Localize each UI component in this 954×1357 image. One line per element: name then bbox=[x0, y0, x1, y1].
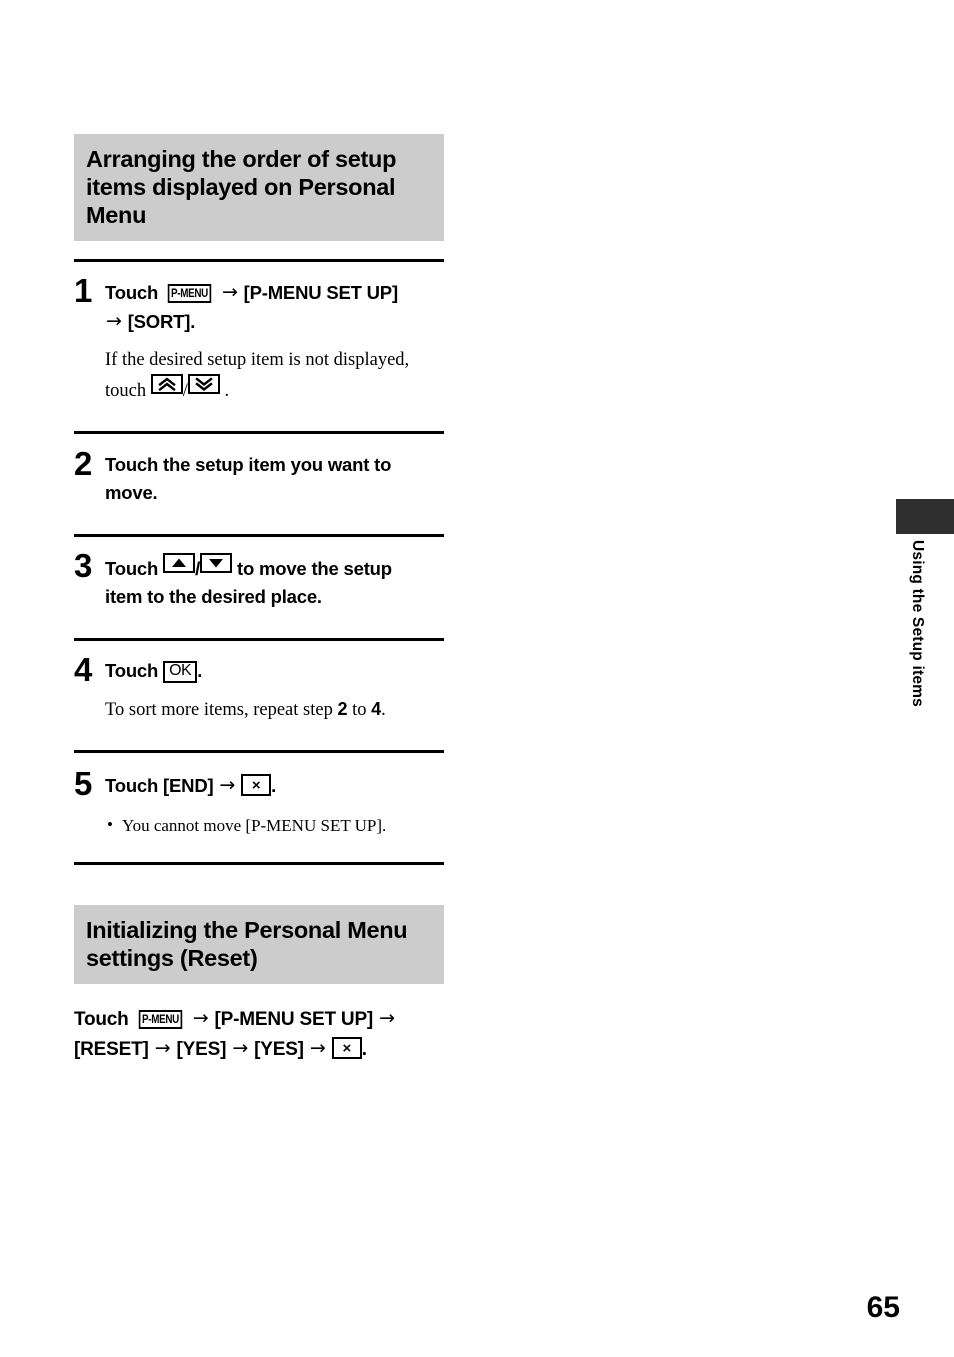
step-2-number: 2 bbox=[74, 445, 93, 482]
reset-yes-item-1: [YES] bbox=[176, 1039, 227, 1060]
step-3-instruction: Touch / to move the setup item to the de… bbox=[105, 553, 444, 611]
heading2-line-2: settings (Reset) bbox=[86, 945, 258, 971]
step-5-number: 5 bbox=[74, 765, 93, 802]
document-page: Arranging the order of setup items displ… bbox=[0, 0, 954, 1357]
step-1-note: If the desired setup item is not display… bbox=[105, 347, 444, 405]
heading-line-3: Menu bbox=[86, 202, 147, 228]
main-content-column: Arranging the order of setup items displ… bbox=[74, 134, 444, 1064]
step-3-number: 3 bbox=[74, 547, 93, 584]
step-1-note-end: . bbox=[224, 381, 230, 401]
step-5: 5 Touch [END] → ×. • You cannot move [P-… bbox=[74, 767, 444, 839]
reset-setup-item: [P-MENU SET UP] bbox=[214, 1009, 374, 1030]
scroll-up-double-chevron-icon[interactable] bbox=[150, 374, 183, 394]
p-menu-icon-2[interactable]: P-MENU bbox=[138, 1010, 182, 1029]
step-5-instruction: Touch [END] → ×. bbox=[105, 771, 444, 800]
step-1-touch-label: Touch bbox=[105, 282, 159, 303]
arrow-right-icon-8: → bbox=[309, 1037, 326, 1059]
scroll-down-double-chevron-icon[interactable] bbox=[187, 374, 220, 394]
section-heading-arranging-order: Arranging the order of setup items displ… bbox=[74, 134, 444, 241]
arrow-right-icon-7: → bbox=[232, 1037, 249, 1059]
step-1-sort-item: [SORT]. bbox=[127, 311, 196, 332]
reset-yes-item-2: [YES] bbox=[254, 1039, 304, 1060]
reset-touch-label: Touch bbox=[74, 1009, 129, 1030]
section-heading-initializing-reset: Initializing the Personal Menu settings … bbox=[74, 905, 444, 984]
step-4-note-ref-b: 4 bbox=[371, 699, 382, 719]
heading-line-1: Arranging the order of setup bbox=[86, 146, 397, 172]
step-5-touch-label: Touch [END] bbox=[105, 775, 214, 796]
chapter-tab-label: Using the Setup items bbox=[909, 540, 926, 707]
reset-reset-item: [RESET] bbox=[74, 1039, 149, 1060]
arrow-right-icon-2: → bbox=[106, 310, 122, 332]
step-5-period: . bbox=[271, 775, 277, 796]
chapter-tab-block bbox=[896, 499, 954, 534]
move-up-triangle-icon[interactable] bbox=[163, 553, 196, 573]
step-2: 2 Touch the setup item you want to move. bbox=[74, 447, 444, 507]
reset-instruction: Touch P-MENU → [P-MENU SET UP] → [RESET]… bbox=[74, 1004, 444, 1064]
step-4-number: 4 bbox=[74, 651, 93, 688]
reset-period: . bbox=[361, 1039, 367, 1060]
bullet-dot-icon: • bbox=[107, 815, 113, 834]
step-4-touch-label: Touch bbox=[105, 660, 159, 681]
step-3-line2: item to the desired place. bbox=[105, 586, 322, 607]
step-2-line1: Touch the setup item you want to bbox=[105, 454, 392, 475]
step-1-number: 1 bbox=[74, 272, 93, 309]
close-x-icon[interactable]: × bbox=[241, 774, 272, 796]
step-4: 4 Touch OK. To sort more items, repeat s… bbox=[74, 653, 444, 724]
arrow-right-icon-3: → bbox=[219, 774, 236, 796]
arrow-right-icon-6: → bbox=[154, 1037, 171, 1059]
step-1-note-touch: touch bbox=[105, 381, 147, 401]
close-x-icon-2[interactable]: × bbox=[331, 1037, 362, 1059]
step-2-instruction: Touch the setup item you want to move. bbox=[105, 451, 444, 507]
ok-button-icon[interactable]: OK bbox=[163, 661, 198, 683]
step-2-line2: move. bbox=[105, 482, 158, 503]
step-4-note-pre: To sort more items, repeat step bbox=[105, 700, 333, 720]
arrow-right-icon-4: → bbox=[192, 1007, 209, 1029]
step-4-note-end: . bbox=[381, 700, 386, 720]
arrow-right-icon: → bbox=[221, 281, 238, 303]
step-4-period: . bbox=[197, 660, 203, 681]
step-1-note-line1: If the desired setup item is not display… bbox=[105, 350, 410, 370]
step-5-bullet-text: You cannot move [P-MENU SET UP]. bbox=[122, 816, 387, 835]
step-4-instruction: Touch OK. bbox=[105, 657, 444, 685]
p-menu-icon[interactable]: P-MENU bbox=[167, 284, 212, 303]
page-number: 65 bbox=[866, 1291, 900, 1324]
heading2-line-1: Initializing the Personal Menu bbox=[86, 917, 408, 943]
step-4-note: To sort more items, repeat step 2 to 4. bbox=[105, 696, 444, 724]
step-3: 3 Touch / to move the setup item to the … bbox=[74, 549, 444, 611]
step-1-menu-item: [P-MENU SET UP] bbox=[243, 282, 398, 303]
move-down-triangle-icon[interactable] bbox=[200, 553, 233, 573]
step-1: 1 Touch P-MENU → [P-MENU SET UP] → [SORT… bbox=[74, 274, 444, 405]
step-3-touch-label: Touch bbox=[105, 558, 159, 579]
arrow-right-icon-5: → bbox=[379, 1007, 395, 1029]
step-1-instruction: Touch P-MENU → [P-MENU SET UP] → [SORT]. bbox=[105, 278, 444, 336]
step-5-bullet-note: • You cannot move [P-MENU SET UP]. bbox=[105, 813, 444, 839]
step-4-note-ref-a: 2 bbox=[337, 699, 348, 719]
step-4-note-to: to bbox=[352, 700, 367, 720]
heading-line-2: items displayed on Personal bbox=[86, 174, 396, 200]
step-3-after-key: to move the setup bbox=[236, 558, 392, 579]
